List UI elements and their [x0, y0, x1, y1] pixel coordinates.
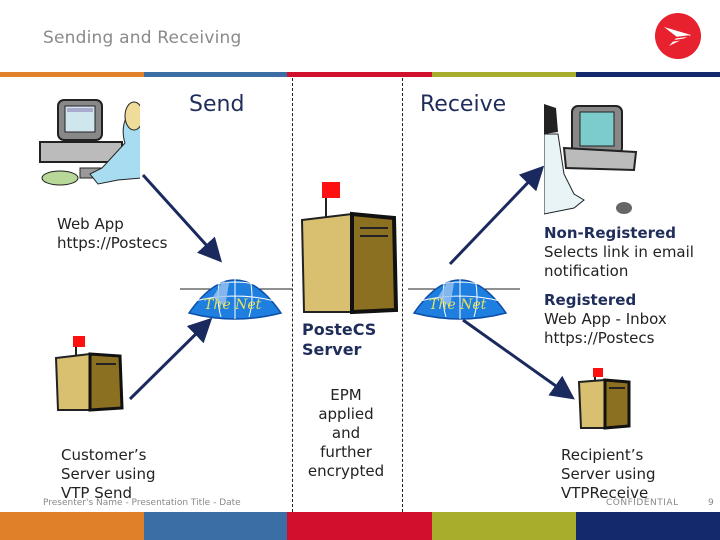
epm-note-line3: and: [331, 424, 361, 442]
presenter-footer: Presenter's Name - Presentation Title - …: [43, 498, 241, 508]
registered-line2: https://Postecs: [544, 329, 655, 347]
sender-web-app-label: Web App https://Postecs: [57, 215, 167, 253]
registered-line1: Web App - Inbox: [544, 310, 667, 328]
epm-note: EPM applied and further encrypted: [296, 386, 396, 481]
epm-note-line2: applied: [318, 405, 374, 423]
sender-web-app-url: https://Postecs: [57, 234, 168, 252]
arrow-customer-server-to-net: [128, 317, 213, 401]
nonregistered-label: Non-Registered Selects link in email not…: [544, 224, 694, 281]
arrow-net-to-nonregistered: [448, 165, 545, 266]
nonregistered-line2: notification: [544, 262, 629, 280]
nonregistered-title: Non-Registered: [544, 224, 676, 242]
registered-title: Registered: [544, 291, 637, 309]
sender-web-app-title: Web App: [57, 215, 124, 233]
confidential-label: CONFIDENTIAL: [606, 498, 679, 508]
right-net-label: The Net: [429, 297, 487, 313]
customer-server-line2: Server using: [61, 465, 156, 483]
registered-label: Registered Web App - Inbox https://Poste…: [544, 291, 667, 348]
recipient-server-label: Recipient’s Server using VTPReceive: [561, 446, 655, 503]
page-number: 9: [708, 498, 714, 508]
customer-server-label: Customer’s Server using VTP Send: [61, 446, 155, 503]
customer-server-line1: Customer’s: [61, 446, 147, 464]
postecs-server-icon: [296, 178, 399, 316]
recipient-server-line1: Recipient’s: [561, 446, 644, 464]
left-net-label: The Net: [204, 297, 262, 313]
recipient-server-line2: Server using: [561, 465, 656, 483]
receiver-person-computer-icon: [543, 104, 644, 222]
sender-person-computer-icon: [30, 98, 144, 208]
postecs-server-label: PosteCS Server: [302, 320, 376, 360]
postecs-server-line1: PosteCS: [302, 320, 377, 339]
postecs-server-line2: Server: [302, 340, 362, 359]
recipient-server-icon: [577, 366, 633, 430]
epm-note-line5: encrypted: [307, 462, 385, 480]
epm-note-line4: further: [320, 443, 372, 461]
customer-server-icon: [54, 334, 126, 414]
epm-note-line1: EPM: [330, 386, 362, 404]
nonregistered-line1: Selects link in email: [544, 243, 694, 261]
